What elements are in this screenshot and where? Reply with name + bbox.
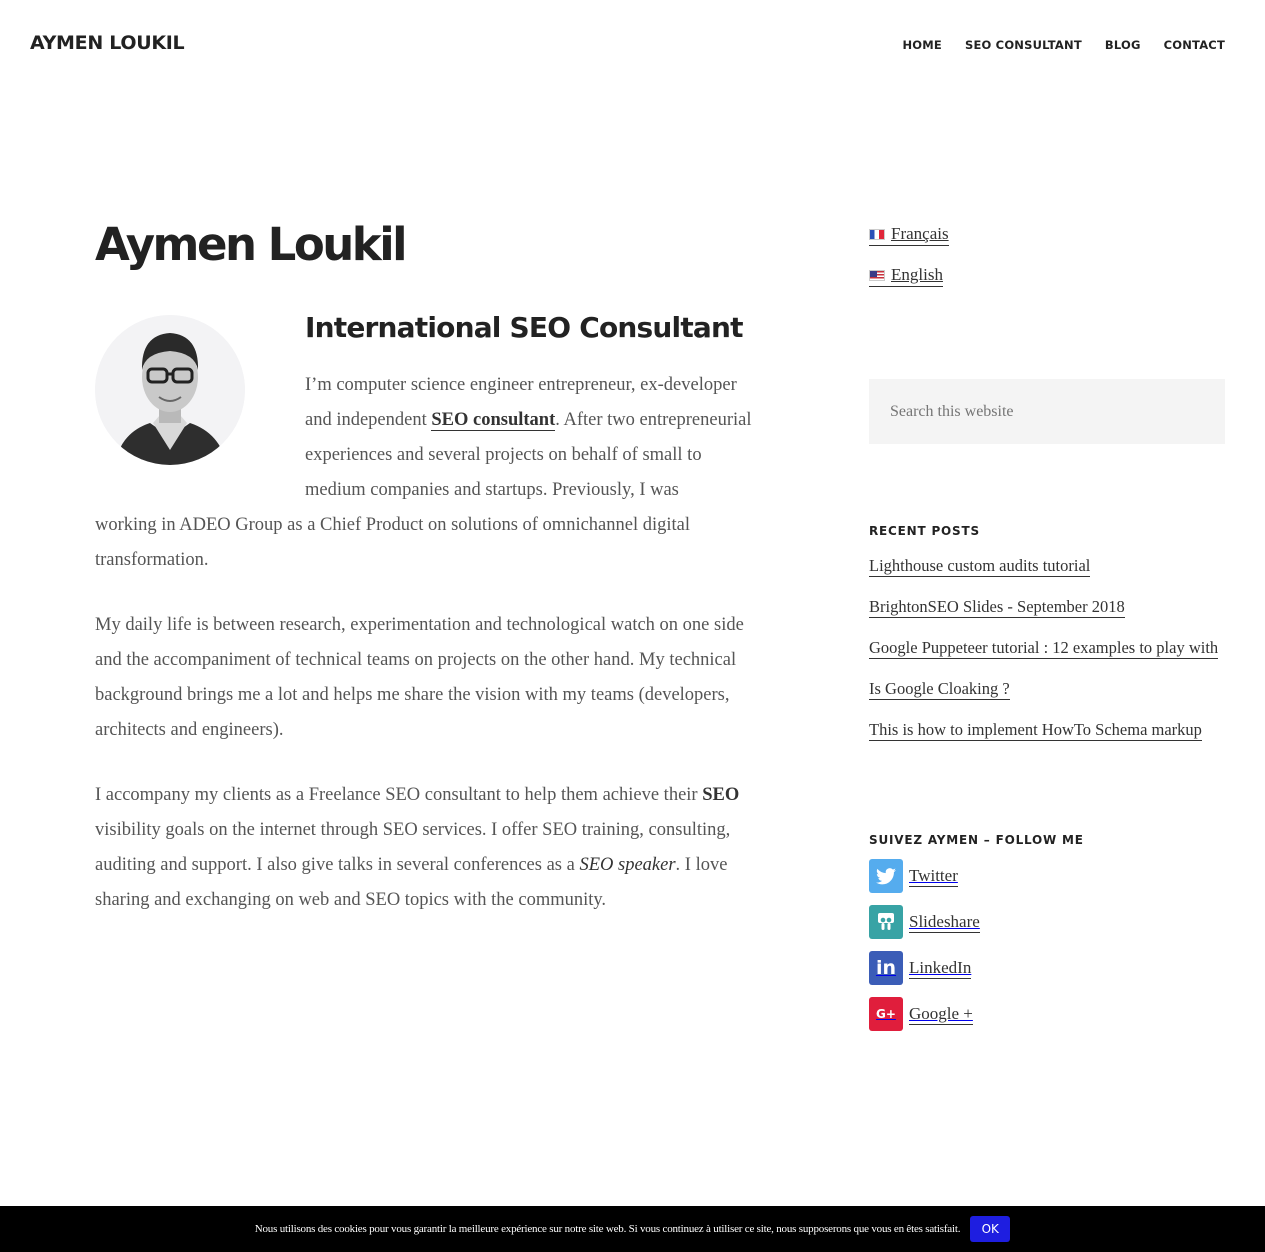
google-plus-link[interactable]: G+ Google + [869, 997, 973, 1031]
intro-paragraph: I’m computer science engineer entreprene… [305, 368, 755, 508]
linkedin-icon: in [869, 951, 903, 985]
slideshare-label: Slideshare [909, 912, 980, 933]
slideshare-link[interactable]: Slideshare [869, 905, 980, 939]
recent-post-link[interactable]: Google Puppeteer tutorial : 12 examples … [869, 637, 1219, 659]
linkedin-link[interactable]: in LinkedIn [869, 951, 972, 985]
daily-life-paragraph: My daily life is between research, exper… [95, 615, 744, 740]
nav-home[interactable]: HOME [902, 38, 942, 52]
twitter-link[interactable]: Twitter [869, 859, 958, 893]
subtitle: International SEO Consultant [305, 311, 744, 344]
nav-blog[interactable]: BLOG [1105, 38, 1141, 52]
cookie-text: Nous utilisons des cookies pour vous gar… [254, 1223, 961, 1235]
us-flag-icon [869, 269, 885, 281]
lang-francais-label: Français [891, 224, 949, 243]
site-title[interactable]: AYMEN LOUKIL [30, 32, 185, 54]
follow-me-title: SUIVEZ AYMEN – FOLLOW ME [869, 833, 1084, 847]
french-flag-icon [869, 228, 885, 240]
intro-paragraph-continuation: working in ADEO Group as a Chief Product… [95, 515, 691, 570]
clients-paragraph: I accompany my clients as a Freelance SE… [95, 778, 755, 918]
google-plus-icon: G+ [869, 997, 903, 1031]
clients-text-1: I accompany my clients as a Freelance SE… [95, 785, 703, 805]
twitter-label: Twitter [909, 866, 958, 887]
seo-bold-text: SEO [702, 785, 740, 805]
recent-post-link[interactable]: Lighthouse custom audits tutorial [869, 555, 1091, 577]
recent-post-link[interactable]: This is how to implement HowTo Schema ma… [869, 719, 1202, 741]
recent-post-link[interactable]: BrightonSEO Slides - September 2018 [869, 596, 1125, 618]
linkedin-label: LinkedIn [909, 958, 972, 979]
lang-english-link[interactable]: English [869, 264, 943, 287]
seo-consultant-link[interactable]: SEO consultant [431, 410, 556, 431]
lang-francais-link[interactable]: Français [869, 223, 949, 246]
slideshare-icon [869, 905, 903, 939]
recent-post-link[interactable]: Is Google Cloaking ? [869, 678, 1010, 700]
seo-speaker-text: SEO speaker [579, 855, 676, 875]
search-input[interactable] [869, 379, 1225, 444]
nav-contact[interactable]: CONTACT [1164, 38, 1225, 52]
google-plus-label: Google + [909, 1004, 973, 1025]
site-header: AYMEN LOUKIL HOME SEO CONSULTANT BLOG CO… [0, 0, 1265, 92]
cookie-bar: Nous utilisons des cookies pour vous gar… [0, 1206, 1265, 1252]
recent-posts-title: RECENT POSTS [869, 524, 980, 538]
lang-english-label: English [891, 265, 943, 284]
main-content: Aymen Loukil International SEO Consultan… [95, 210, 755, 910]
nav-seo-consultant[interactable]: SEO CONSULTANT [965, 38, 1082, 52]
cookie-ok-button[interactable]: OK [970, 1216, 1011, 1242]
page-title: Aymen Loukil [95, 218, 408, 271]
avatar [95, 315, 245, 465]
twitter-icon [869, 859, 903, 893]
main-nav: HOME SEO CONSULTANT BLOG CONTACT [879, 38, 1225, 52]
